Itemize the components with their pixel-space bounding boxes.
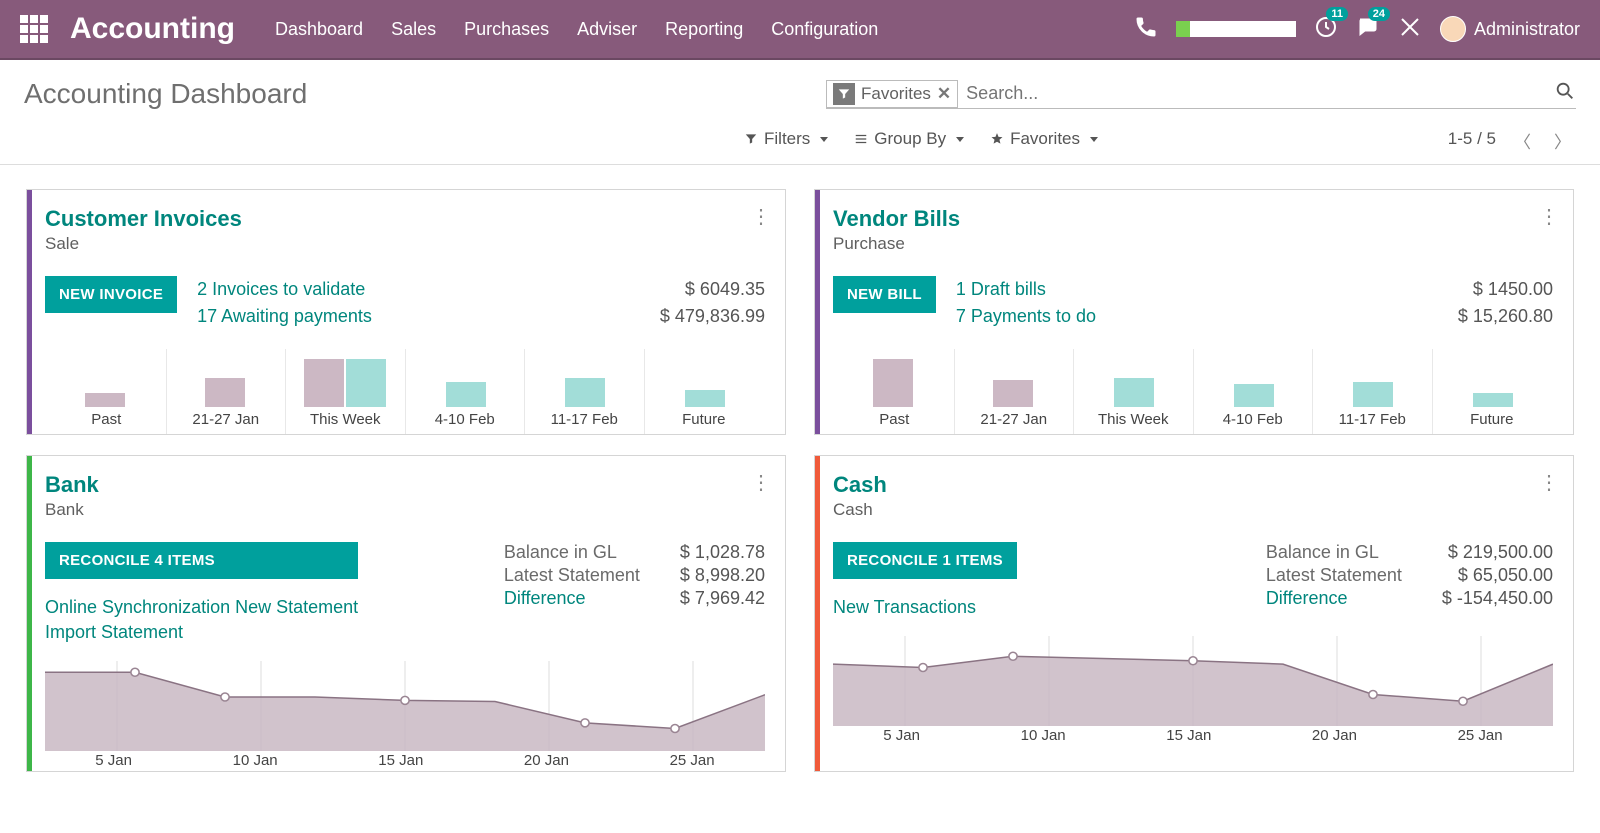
pager: 1-5 / 5 〈 〉 xyxy=(1448,128,1576,150)
card-vendor-bills: ⋮ Vendor Bills Purchase NEW BILL 1 Draft… xyxy=(814,189,1574,435)
link-payments-to-do[interactable]: 7 Payments to do xyxy=(956,306,1096,326)
bill-links: 1 Draft bills 7 Payments to do xyxy=(956,276,1096,330)
search-chip-favorites[interactable]: Favorites ✕ xyxy=(826,80,958,108)
menu-configuration[interactable]: Configuration xyxy=(771,19,878,40)
nav-right: 11 24 Administrator xyxy=(1134,15,1580,44)
tools-icon[interactable] xyxy=(1398,15,1422,44)
card-subtitle: Sale xyxy=(45,234,765,254)
link-awaiting-payments[interactable]: 17 Awaiting payments xyxy=(197,306,372,326)
dashboard-grid: ⋮ Customer Invoices Sale NEW INVOICE 2 I… xyxy=(0,165,1600,796)
vb-bar-chart: Past21-27 JanThis Week4-10 Feb11-17 FebF… xyxy=(833,354,1553,434)
link-draft-bills[interactable]: 1 Draft bills xyxy=(956,279,1046,299)
chip-label: Favorites xyxy=(861,84,931,104)
filter-row: Filters Group By Favorites 1-5 / 5 〈 〉 xyxy=(0,122,1600,164)
user-menu[interactable]: Administrator xyxy=(1440,16,1580,42)
brand-title: Accounting xyxy=(70,12,235,46)
invoice-amounts: $ 6049.35 $ 479,836.99 xyxy=(660,276,765,330)
link-new-transactions[interactable]: New Transactions xyxy=(833,597,976,617)
card-subtitle: Cash xyxy=(833,500,1553,520)
cash-line-chart: 5 Jan10 Jan15 Jan20 Jan25 Jan xyxy=(833,636,1553,746)
groupby-button[interactable]: Group By xyxy=(854,129,964,149)
card-subtitle: Bank xyxy=(45,500,765,520)
chat-badge: 24 xyxy=(1368,7,1390,21)
card-menu-icon[interactable]: ⋮ xyxy=(751,204,771,229)
chat-icon[interactable]: 24 xyxy=(1356,15,1380,44)
card-cash: ⋮ Cash Cash RECONCILE 1 ITEMS New Transa… xyxy=(814,455,1574,772)
card-menu-icon[interactable]: ⋮ xyxy=(1539,470,1559,495)
menu-purchases[interactable]: Purchases xyxy=(464,19,549,40)
phone-icon[interactable] xyxy=(1134,15,1158,44)
pager-next-icon[interactable]: 〉 xyxy=(1554,128,1576,150)
card-menu-icon[interactable]: ⋮ xyxy=(1539,204,1559,229)
breadcrumb-row: Accounting Dashboard Favorites ✕ xyxy=(0,60,1600,122)
reconcile-cash-button[interactable]: RECONCILE 1 ITEMS xyxy=(833,542,1017,579)
link-import-statement[interactable]: Import Statement xyxy=(45,622,183,642)
invoice-links: 2 Invoices to validate 17 Awaiting payme… xyxy=(197,276,372,330)
chip-remove-icon[interactable]: ✕ xyxy=(937,84,951,104)
page-title: Accounting Dashboard xyxy=(24,78,307,110)
top-nav: Accounting Dashboard Sales Purchases Adv… xyxy=(0,0,1600,60)
search-icon[interactable] xyxy=(1554,80,1576,107)
card-customer-invoices: ⋮ Customer Invoices Sale NEW INVOICE 2 I… xyxy=(26,189,786,435)
activity-badge: 11 xyxy=(1326,7,1348,21)
card-menu-icon[interactable]: ⋮ xyxy=(751,470,771,495)
filters-button[interactable]: Filters xyxy=(744,129,828,149)
bill-amounts: $ 1450.00 $ 15,260.80 xyxy=(1458,276,1553,330)
card-title[interactable]: Bank xyxy=(45,472,765,498)
menu-dashboard[interactable]: Dashboard xyxy=(275,19,363,40)
ci-bar-chart: Past21-27 JanThis Week4-10 Feb11-17 FebF… xyxy=(45,354,765,434)
card-bank: ⋮ Bank Bank RECONCILE 4 ITEMS Online Syn… xyxy=(26,455,786,772)
menu-sales[interactable]: Sales xyxy=(391,19,436,40)
card-title[interactable]: Cash xyxy=(833,472,1553,498)
avatar-icon xyxy=(1440,16,1466,42)
menu-adviser[interactable]: Adviser xyxy=(577,19,637,40)
new-invoice-button[interactable]: NEW INVOICE xyxy=(45,276,177,313)
trial-progress[interactable] xyxy=(1176,21,1296,37)
reconcile-bank-button[interactable]: RECONCILE 4 ITEMS xyxy=(45,542,358,579)
link-invoices-to-validate[interactable]: 2 Invoices to validate xyxy=(197,279,365,299)
pager-prev-icon[interactable]: 〈 xyxy=(1514,128,1536,150)
search-input[interactable] xyxy=(958,79,1554,108)
main-menu: Dashboard Sales Purchases Adviser Report… xyxy=(275,19,878,40)
card-title[interactable]: Customer Invoices xyxy=(45,206,765,232)
card-subtitle: Purchase xyxy=(833,234,1553,254)
search-bar: Favorites ✕ xyxy=(826,79,1576,109)
menu-reporting[interactable]: Reporting xyxy=(665,19,743,40)
user-name: Administrator xyxy=(1474,19,1580,40)
new-bill-button[interactable]: NEW BILL xyxy=(833,276,936,313)
pager-text: 1-5 / 5 xyxy=(1448,129,1496,149)
card-title[interactable]: Vendor Bills xyxy=(833,206,1553,232)
funnel-icon xyxy=(833,83,855,105)
apps-icon[interactable] xyxy=(20,15,48,43)
activity-icon[interactable]: 11 xyxy=(1314,15,1338,44)
bank-line-chart: 5 Jan10 Jan15 Jan20 Jan25 Jan xyxy=(45,661,765,771)
link-new-statement[interactable]: New Statement xyxy=(235,597,358,617)
link-online-sync[interactable]: Online Synchronization xyxy=(45,597,230,617)
favorites-button[interactable]: Favorites xyxy=(990,129,1098,149)
